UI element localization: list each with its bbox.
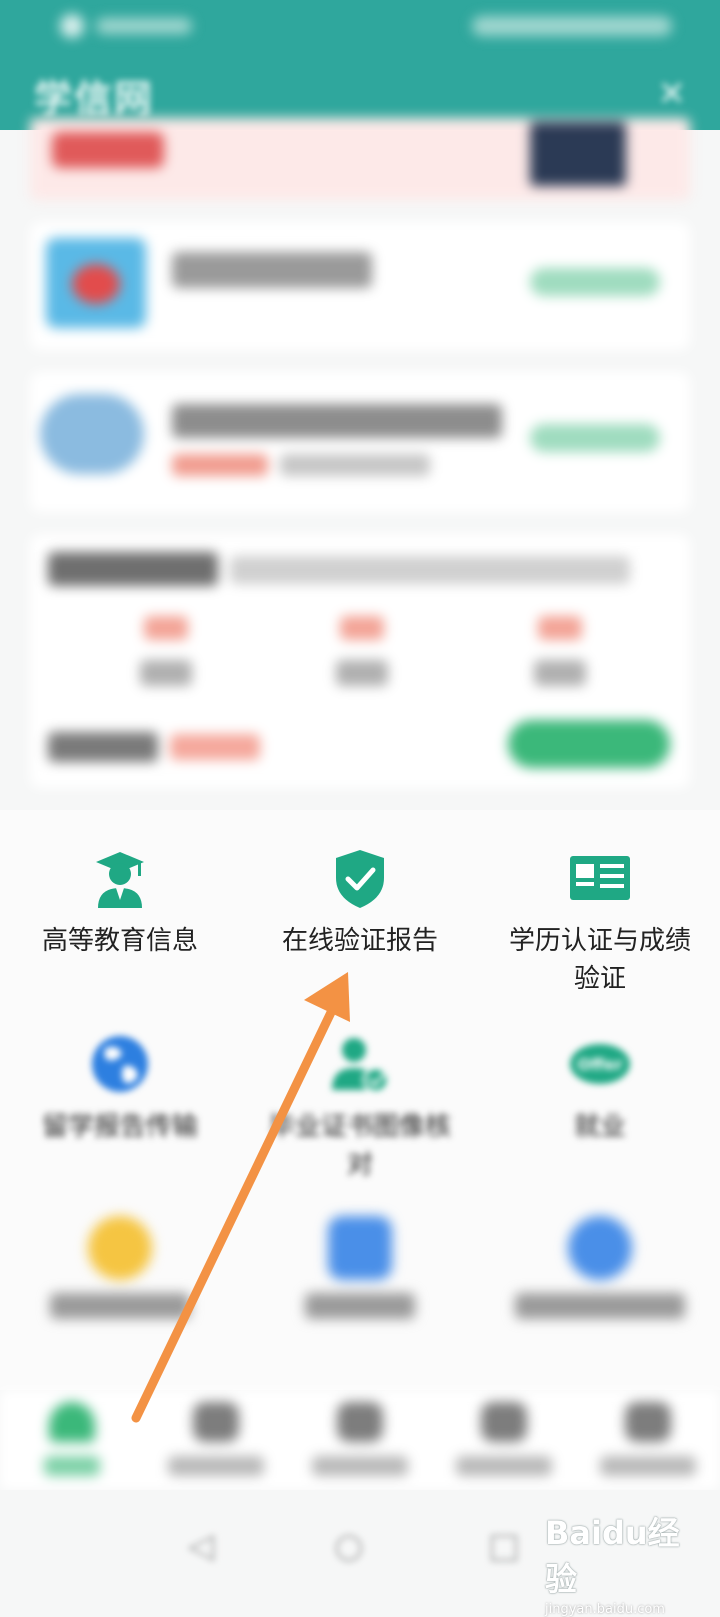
card-logo (40, 394, 144, 474)
service-label: 毕业证书图像核对 (268, 1112, 451, 1180)
service-online-verification-report[interactable]: 在线验证报告 (240, 846, 480, 960)
service-placeholder[interactable] (480, 1216, 720, 1330)
service-grid: 高等教育信息 在线验证报告 学历认证与成绩验证 留学报告传输 毕业证书图像核对 … (0, 810, 720, 1390)
card-action-button[interactable] (530, 424, 660, 452)
service-label: 留学报告传输 (41, 1112, 198, 1142)
service-placeholder[interactable] (0, 1216, 240, 1330)
app-title: 学信网 (34, 77, 155, 121)
status-bar-right (472, 16, 672, 36)
app-header: 学信网 ✕ (0, 0, 720, 130)
service-label: 学历认证与成绩验证 (508, 926, 691, 994)
service-diploma-image-check[interactable]: 毕业证书图像核对 (240, 1032, 480, 1184)
offer-icon: Offer (568, 1032, 632, 1096)
stats-cta-button[interactable] (508, 720, 670, 768)
service-degree-certification[interactable]: 学历认证与成绩验证 (480, 846, 720, 998)
person-check-icon (328, 1032, 392, 1096)
status-bar-left (60, 12, 200, 40)
home-icon[interactable]: ○ (334, 1526, 364, 1566)
feature-card-2[interactable] (30, 372, 690, 512)
back-icon[interactable]: ◁ (188, 1526, 214, 1566)
tab-2[interactable] (144, 1402, 288, 1476)
bottom-tab-bar (0, 1390, 720, 1490)
watermark-brand: Baidu经验 (545, 1514, 680, 1598)
shield-check-icon (328, 846, 392, 910)
promo-banner[interactable] (30, 118, 690, 200)
tab-3[interactable] (288, 1402, 432, 1476)
service-label: 就业 (573, 1112, 626, 1142)
feature-card-1[interactable] (30, 222, 690, 350)
globe-icon (88, 1032, 152, 1096)
graduate-icon (88, 846, 152, 910)
service-higher-education-info[interactable]: 高等教育信息 (0, 846, 240, 960)
baidu-watermark: Baidu经验 jingyan.baidu.com (545, 1508, 705, 1617)
service-study-abroad-report[interactable]: 留学报告传输 (0, 1032, 240, 1146)
service-label: 高等教育信息 (41, 926, 198, 956)
svg-text:Offer: Offer (577, 1055, 622, 1074)
tab-home[interactable] (0, 1402, 144, 1476)
service-employment[interactable]: Offer 就业 (480, 1032, 720, 1146)
certificate-card-icon (568, 846, 632, 910)
watermark-url: jingyan.baidu.com (545, 1602, 665, 1617)
tab-4[interactable] (432, 1402, 576, 1476)
recent-apps-icon[interactable]: □ (488, 1526, 520, 1566)
tab-profile[interactable] (576, 1402, 720, 1476)
service-label: 在线验证报告 (281, 926, 438, 956)
card-thumbnail (46, 238, 146, 328)
service-placeholder[interactable] (240, 1216, 480, 1330)
stats-card (30, 534, 690, 788)
close-icon[interactable]: ✕ (658, 74, 687, 114)
card-action-button[interactable] (530, 268, 660, 296)
